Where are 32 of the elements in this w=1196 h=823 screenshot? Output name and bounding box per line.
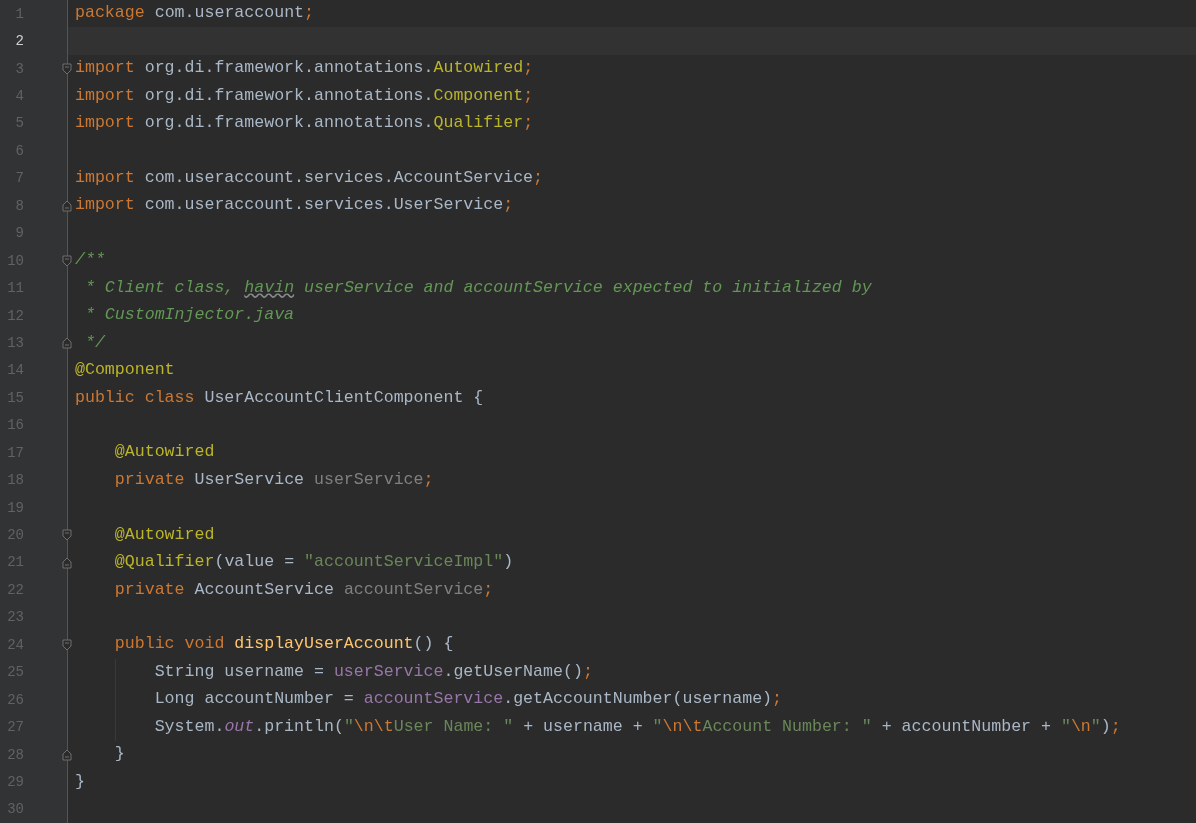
- code-line: @Component: [75, 362, 175, 379]
- code-line: package com.useraccount;: [75, 5, 314, 22]
- fold-icon[interactable]: [62, 337, 72, 350]
- fold-icon[interactable]: [62, 639, 72, 652]
- fold-icon[interactable]: [62, 200, 72, 213]
- code-line: String username = userService.getUserName();: [153, 663, 593, 681]
- code-line: @Autowired: [113, 526, 215, 544]
- code-line: private AccountService accountService;: [113, 581, 494, 599]
- code-line: * Client class, havin userService and accountService expected to initialized by: [83, 279, 872, 297]
- code-line: import org.di.framework.annotations.Qualifier;: [75, 115, 534, 132]
- code-line: @Qualifier(value = "accountServiceImpl"): [113, 554, 514, 571]
- code-line: @Autowired: [113, 444, 215, 461]
- code-line: /**: [75, 252, 105, 269]
- code-line: import org.di.framework.annotations.Component;: [75, 87, 534, 105]
- fold-icon[interactable]: [62, 62, 72, 75]
- code-line: */: [83, 334, 105, 352]
- code-line: public class UserAccountClientComponent {: [75, 389, 484, 407]
- code-line: }: [113, 746, 125, 763]
- code-line: * CustomInjector.java: [83, 307, 295, 324]
- code-line: import com.useraccount.services.AccountService;: [75, 170, 544, 187]
- code-line: }: [75, 773, 85, 791]
- fold-icon[interactable]: [62, 254, 72, 267]
- fold-icon[interactable]: [62, 529, 72, 542]
- fold-icon[interactable]: [62, 556, 72, 569]
- code-line: public void displayUserAccount() {: [113, 636, 454, 654]
- code-line: Long accountNumber = accountService.getAccountNumber(username);: [153, 691, 783, 708]
- line-number: 2: [14, 34, 24, 49]
- code-line: import org.di.framework.annotations.Autowired;: [75, 60, 534, 77]
- code-line: private UserService userService;: [113, 471, 434, 489]
- code-line: import com.useraccount.services.UserService;: [75, 197, 514, 215]
- code-line: System.out.println("\n\tUser Name: " + username + "\n\tAccount Number: " + accountNumber + "\n");: [153, 718, 1121, 736]
- fold-icon[interactable]: [62, 748, 72, 761]
